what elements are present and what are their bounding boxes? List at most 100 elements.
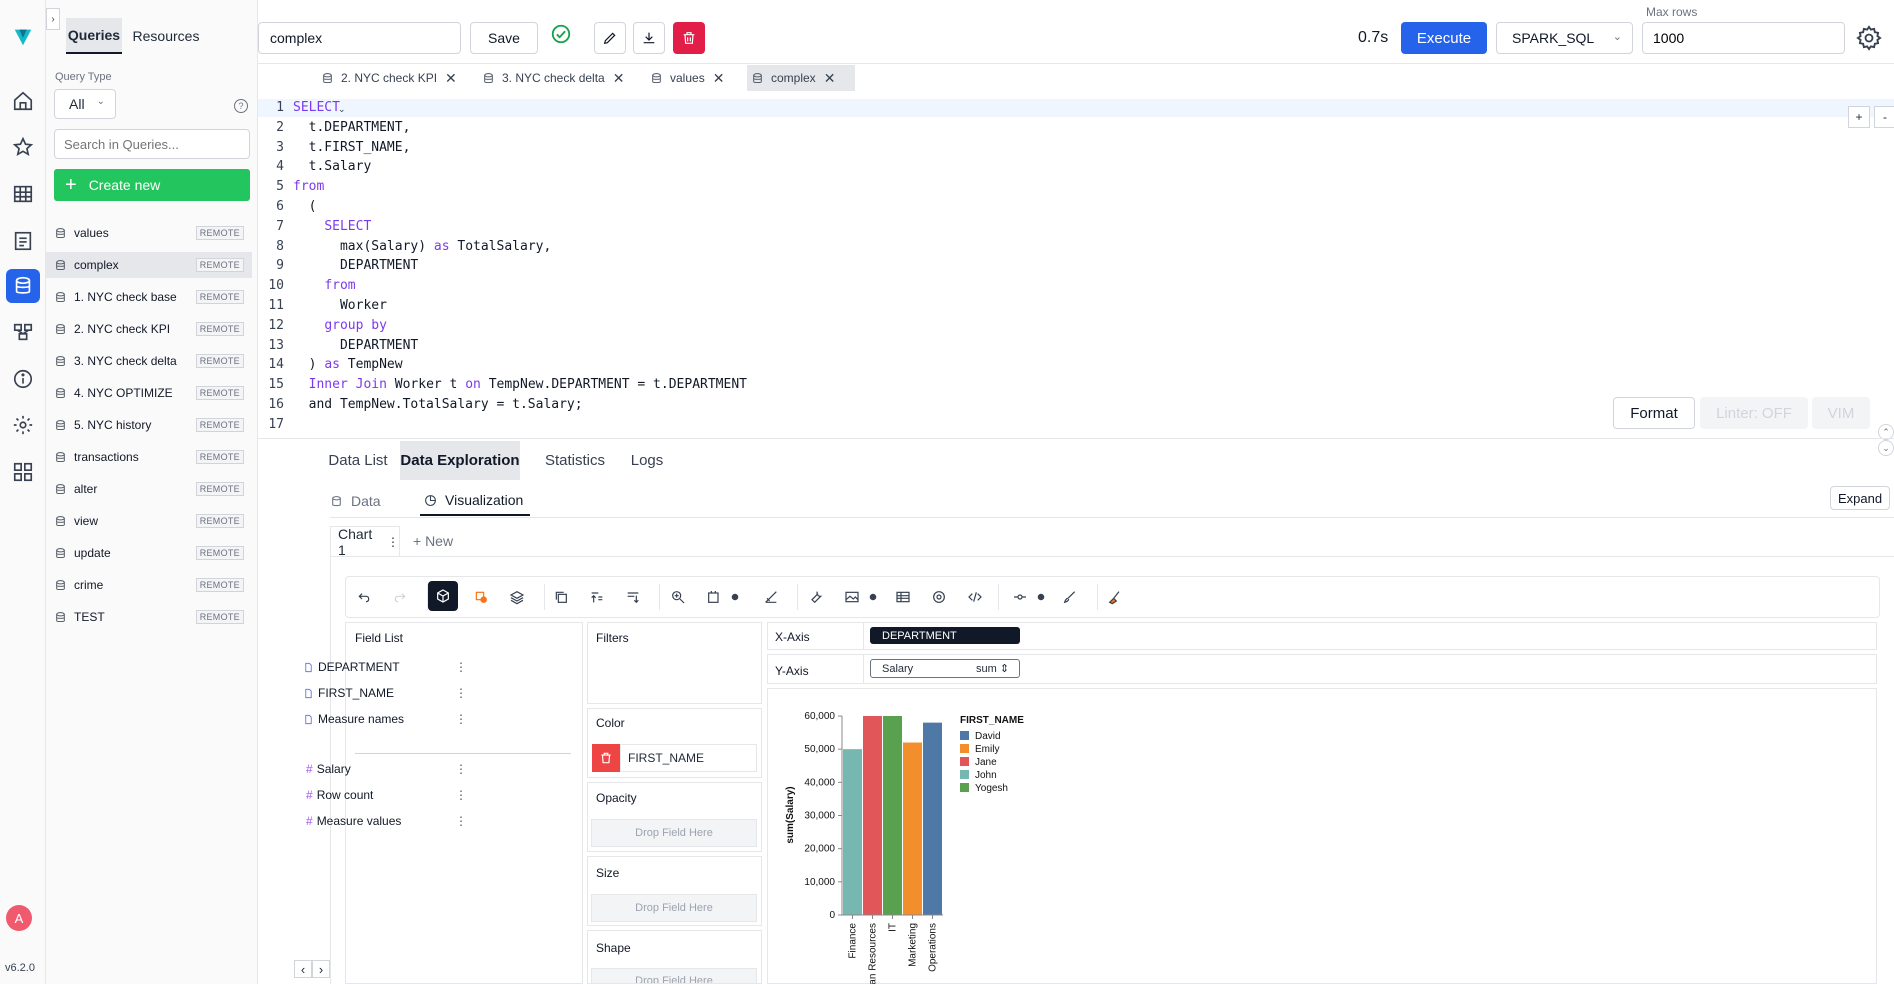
zoom-icon[interactable]: [666, 585, 690, 609]
query-type-select[interactable]: All ⌄: [54, 89, 116, 119]
y-axis-aggregation[interactable]: sum ⇕: [976, 662, 1009, 675]
copy-icon[interactable]: [549, 585, 573, 609]
home-icon[interactable]: [6, 84, 40, 118]
tab-resources[interactable]: Resources: [130, 18, 202, 54]
avatar[interactable]: A: [6, 905, 32, 931]
y-axis-field-chip[interactable]: Salary sum ⇕: [870, 659, 1020, 678]
chevron-left-icon[interactable]: ‹: [294, 960, 312, 978]
code-line[interactable]: t.Salary: [293, 159, 371, 174]
query-item[interactable]: alterREMOTE: [46, 476, 252, 502]
save-button[interactable]: Save: [470, 22, 538, 54]
code-line[interactable]: DEPARTMENT: [293, 258, 418, 273]
query-item[interactable]: viewREMOTE: [46, 508, 252, 534]
code-line[interactable]: and TempNew.TotalSalary = t.Salary;: [293, 397, 583, 412]
gear-small-icon[interactable]: [861, 585, 885, 609]
editor-tab[interactable]: complex✕: [747, 65, 855, 91]
download-button[interactable]: [633, 22, 665, 54]
result-tab[interactable]: Data Exploration: [400, 441, 520, 480]
new-chart-button[interactable]: + New: [413, 533, 453, 549]
edit-button[interactable]: [594, 22, 626, 54]
close-icon[interactable]: ✕: [824, 70, 836, 87]
database-icon[interactable]: [6, 269, 40, 303]
result-tab[interactable]: Data List: [320, 441, 396, 480]
size-drop-zone[interactable]: Drop Field Here: [591, 894, 757, 922]
measure-field[interactable]: #Salary: [303, 762, 351, 776]
info-icon[interactable]: [6, 362, 40, 396]
shape-drop-zone[interactable]: Drop Field Here: [591, 968, 757, 984]
more-vertical-icon[interactable]: ⋮: [455, 660, 467, 674]
close-icon[interactable]: ✕: [713, 70, 725, 87]
color-field-chip[interactable]: FIRST_NAME: [620, 744, 757, 772]
collapse-toggle[interactable]: ›: [46, 8, 60, 30]
measure-field[interactable]: #Row count: [303, 788, 373, 802]
code-line[interactable]: ) as TempNew: [293, 357, 403, 372]
undo-icon[interactable]: [352, 585, 376, 609]
code-line[interactable]: t.FIRST_NAME,: [293, 140, 410, 155]
format-button[interactable]: Format: [1613, 397, 1695, 429]
query-item[interactable]: 4. NYC OPTIMIZEREMOTE: [46, 380, 252, 406]
close-icon[interactable]: ✕: [445, 70, 457, 87]
vim-button[interactable]: VIM: [1812, 397, 1870, 429]
layers-icon[interactable]: [505, 585, 529, 609]
zoom-out-button[interactable]: -: [1874, 106, 1894, 128]
result-tab[interactable]: Logs: [624, 441, 670, 480]
linter-button[interactable]: Linter: OFF: [1700, 397, 1808, 429]
code-icon[interactable]: [963, 585, 987, 609]
ruler-icon[interactable]: [759, 585, 783, 609]
paint-icon[interactable]: [1103, 585, 1127, 609]
max-rows-input[interactable]: [1642, 22, 1845, 54]
scroll-down-icon[interactable]: ⌄: [1878, 440, 1894, 456]
close-icon[interactable]: ✕: [613, 70, 625, 87]
editor-tab[interactable]: 3. NYC check delta✕: [478, 65, 638, 91]
code-line[interactable]: DEPARTMENT: [293, 338, 418, 353]
table-view-icon[interactable]: [891, 585, 915, 609]
code-line[interactable]: group by: [293, 318, 387, 333]
more-vertical-icon[interactable]: ⋮: [455, 814, 467, 828]
query-item[interactable]: 5. NYC historyREMOTE: [46, 412, 252, 438]
deploy-icon[interactable]: [6, 315, 40, 349]
remove-color-button[interactable]: [592, 744, 620, 772]
query-item[interactable]: 2. NYC check KPIREMOTE: [46, 316, 252, 342]
star-icon[interactable]: [6, 130, 40, 164]
search-input[interactable]: [54, 129, 250, 159]
query-item[interactable]: 1. NYC check baseREMOTE: [46, 284, 252, 310]
dimension-field[interactable]: FIRST_NAME: [303, 686, 394, 700]
gear-icon[interactable]: [6, 408, 40, 442]
x-axis-field-chip[interactable]: DEPARTMENT: [870, 627, 1020, 644]
dimension-field[interactable]: Measure names: [303, 712, 404, 726]
query-item[interactable]: transactionsREMOTE: [46, 444, 252, 470]
apps-icon[interactable]: [6, 455, 40, 489]
query-item[interactable]: 3. NYC check deltaREMOTE: [46, 348, 252, 374]
shape-fill-icon[interactable]: [469, 585, 493, 609]
redo-icon[interactable]: [388, 585, 412, 609]
logo-icon[interactable]: [6, 20, 40, 54]
code-line[interactable]: max(Salary) as TotalSalary,: [293, 239, 551, 254]
wrench-icon[interactable]: [804, 585, 828, 609]
settings-small-icon[interactable]: [723, 585, 747, 609]
gear-tiny-icon[interactable]: [1029, 585, 1053, 609]
code-line[interactable]: (: [293, 199, 316, 214]
editor-tab[interactable]: 2. NYC check KPI✕: [317, 65, 467, 91]
editor-tab[interactable]: values✕: [646, 65, 736, 91]
code-line[interactable]: SELECT: [293, 219, 371, 234]
engine-select[interactable]: SPARK_SQL ⌄: [1496, 22, 1633, 54]
query-item[interactable]: valuesREMOTE: [46, 220, 252, 246]
delete-button[interactable]: [673, 22, 705, 54]
query-name-input[interactable]: [258, 22, 461, 54]
more-vertical-icon[interactable]: ⋮: [455, 686, 467, 700]
execute-button[interactable]: Execute: [1401, 22, 1487, 54]
code-line[interactable]: Worker: [293, 298, 387, 313]
code-line[interactable]: Inner Join Worker t on TempNew.DEPARTMEN…: [293, 377, 747, 392]
query-item[interactable]: updateREMOTE: [46, 540, 252, 566]
code-line[interactable]: t.DEPARTMENT,: [293, 120, 410, 135]
gear-icon[interactable]: [927, 585, 951, 609]
query-item[interactable]: crimeREMOTE: [46, 572, 252, 598]
code-line[interactable]: from: [293, 179, 324, 194]
fold-chevron-icon[interactable]: ⌄: [338, 104, 346, 115]
query-item[interactable]: TESTREMOTE: [46, 604, 252, 630]
tab-queries[interactable]: Queries: [66, 18, 122, 54]
sort-desc-icon[interactable]: [621, 585, 645, 609]
result-tab[interactable]: Statistics: [537, 441, 613, 480]
measure-field[interactable]: #Measure values: [303, 814, 401, 828]
subtab-visualization[interactable]: Visualization: [420, 486, 530, 516]
